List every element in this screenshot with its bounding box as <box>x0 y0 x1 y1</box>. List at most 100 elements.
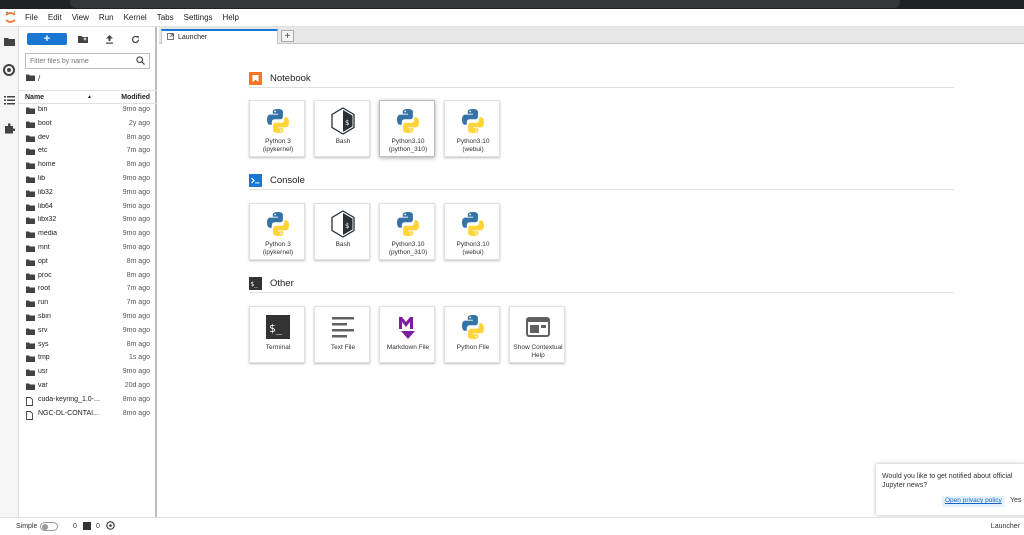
folder-icon <box>26 286 35 295</box>
menu-kernel[interactable]: Kernel <box>119 13 152 22</box>
file-modified: 9mo ago <box>122 174 150 182</box>
console-card[interactable]: Python3.10 (python_310) <box>379 203 435 260</box>
folder-icon <box>26 314 35 323</box>
file-modified: 9mo ago <box>122 202 150 210</box>
file-list-row[interactable]: var 20d ago <box>19 380 157 394</box>
modified-column-header[interactable]: Modified <box>121 94 150 101</box>
file-modified: 8m ago <box>126 340 150 348</box>
console-card[interactable]: Python3.10 (webui) <box>444 203 500 260</box>
file-list-row[interactable]: cuda-keyring_1.0-... 8mo ago <box>19 394 157 408</box>
file-list-row[interactable]: etc 7m ago <box>19 145 157 159</box>
yes-button[interactable]: Yes <box>1010 497 1021 504</box>
file-list-header: Name ▲ Modified <box>19 90 157 104</box>
file-list-row[interactable]: NGC-DL-CONTAI... 8mo ago <box>19 408 157 422</box>
card-label: Python3.10 (python_310) <box>381 241 435 257</box>
console-section-header: Console <box>249 172 954 190</box>
file-list-row[interactable]: proc 8m ago <box>19 270 157 284</box>
file-list-row[interactable]: srv 9mo ago <box>19 325 157 339</box>
console-card[interactable]: Python 3 (ipykernel) <box>249 203 305 260</box>
file-filter-field[interactable] <box>25 53 150 69</box>
filter-input[interactable] <box>26 54 126 68</box>
card-label-line1: Bash <box>335 138 351 145</box>
open-privacy-policy-button[interactable]: Open privacy policy <box>942 496 1005 507</box>
file-list-row[interactable]: sbin 9mo ago <box>19 311 157 325</box>
file-name: root <box>38 285 51 293</box>
other-card[interactable]: Markdown File <box>379 306 435 363</box>
refresh-icon[interactable] <box>130 34 140 44</box>
card-label-line1: Text File <box>330 344 356 351</box>
file-list-row[interactable]: root 7m ago <box>19 283 157 297</box>
simple-mode-toggle[interactable] <box>40 522 58 531</box>
notebook-card[interactable]: Python 3 (ipykernel) <box>249 100 305 157</box>
file-modified: 8m ago <box>126 161 150 169</box>
breadcrumb[interactable]: / <box>26 74 40 83</box>
jupyter-logo-icon <box>0 9 20 27</box>
file-list-row[interactable]: bin 9mo ago <box>19 104 157 118</box>
new-launcher-button[interactable]: + <box>27 33 67 45</box>
file-list-row[interactable]: opt 8m ago <box>19 256 157 270</box>
add-tab-button[interactable]: + <box>281 30 294 42</box>
notebook-card[interactable]: Python3.10 (webui) <box>444 100 500 157</box>
kernel-settings-icon[interactable] <box>106 521 115 532</box>
file-name: lib64 <box>38 202 53 210</box>
menu-help[interactable]: Help <box>218 13 244 22</box>
console-card[interactable]: $ Bash <box>314 203 370 260</box>
sort-ascending-icon[interactable]: ▲ <box>87 94 92 100</box>
table-of-contents-icon[interactable] <box>3 94 15 106</box>
name-column-header[interactable]: Name <box>25 94 44 101</box>
file-modified: 20d ago <box>124 381 150 389</box>
menu-edit[interactable]: Edit <box>43 13 67 22</box>
file-modified: 8m ago <box>126 257 150 265</box>
menu-file[interactable]: File <box>20 13 43 22</box>
kernels-count[interactable]: 0 <box>73 523 77 530</box>
other-card[interactable]: Show Contextual Help <box>509 306 565 363</box>
other-card[interactable]: $_ Terminal <box>249 306 305 363</box>
file-modified: 9mo ago <box>122 106 150 113</box>
file-list-row[interactable]: home 8m ago <box>19 159 157 173</box>
menu-view[interactable]: View <box>67 13 94 22</box>
extensions-icon[interactable] <box>3 122 15 134</box>
file-list-row[interactable]: libx32 9mo ago <box>19 214 157 228</box>
bash-icon: $ <box>328 106 358 136</box>
file-list-row[interactable]: run 7m ago <box>19 297 157 311</box>
menu-settings[interactable]: Settings <box>179 13 218 22</box>
file-list-row[interactable]: mnt 9mo ago <box>19 242 157 256</box>
file-list-row[interactable]: dev 8m ago <box>19 132 157 146</box>
file-name: var <box>38 381 48 389</box>
console-icon <box>249 174 262 187</box>
address-bar[interactable] <box>70 0 900 8</box>
menu-run[interactable]: Run <box>94 13 119 22</box>
markdown-icon <box>393 312 423 342</box>
running-kernels-icon[interactable] <box>3 64 15 76</box>
svg-text:$: $ <box>345 222 349 230</box>
tab-launcher-label: Launcher <box>178 34 208 41</box>
svg-text:$: $ <box>345 119 349 127</box>
other-card[interactable]: Python File <box>444 306 500 363</box>
upload-icon[interactable] <box>104 34 114 44</box>
notebook-card[interactable]: Python3.10 (python_310) <box>379 100 435 157</box>
file-list-row[interactable]: lib 9mo ago <box>19 173 157 187</box>
file-name: NGC-DL-CONTAI... <box>38 409 99 417</box>
card-label-line1: Python3.10 <box>391 138 425 145</box>
file-list-row[interactable]: sys 8m ago <box>19 339 157 353</box>
new-folder-icon[interactable] <box>78 34 88 44</box>
folder-icon <box>26 135 35 144</box>
news-notification-toast: Would you like to get notified about off… <box>876 464 1024 515</box>
tab-launcher[interactable]: Launcher <box>161 29 278 44</box>
file-list-row[interactable]: tmp 1s ago <box>19 352 157 366</box>
menu-tabs[interactable]: Tabs <box>152 13 179 22</box>
file-list-row[interactable]: media 9mo ago <box>19 228 157 242</box>
breadcrumb-root[interactable]: / <box>38 74 40 83</box>
folder-icon[interactable] <box>3 35 15 47</box>
terminals-count[interactable]: 0 <box>96 523 100 530</box>
other-card[interactable]: Text File <box>314 306 370 363</box>
file-modified: 8mo ago <box>122 395 150 403</box>
file-list-row[interactable]: usr 9mo ago <box>19 366 157 380</box>
card-label-line2: Help <box>531 352 545 359</box>
file-list-row[interactable]: boot 2y ago <box>19 118 157 132</box>
file-modified: 9mo ago <box>122 326 150 334</box>
status-bar: Simple 0 0 Launcher <box>0 517 1024 535</box>
file-list-row[interactable]: lib64 9mo ago <box>19 201 157 215</box>
file-list-row[interactable]: lib32 9mo ago <box>19 187 157 201</box>
notebook-card[interactable]: $ Bash <box>314 100 370 157</box>
